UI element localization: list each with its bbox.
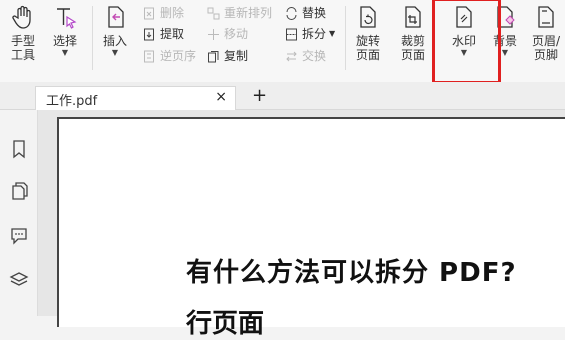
hand-tool-button[interactable]: 手型 工具: [6, 4, 40, 62]
watermark-highlight-box: [432, 0, 501, 84]
split-icon: [286, 28, 297, 40]
copy-label: 复制: [224, 49, 249, 63]
replace-button[interactable]: 替换: [285, 5, 326, 21]
divider: [345, 6, 346, 70]
comment-icon[interactable]: [9, 225, 29, 245]
reorder-label: 重新排列: [224, 6, 273, 20]
move-icon: [208, 28, 219, 40]
bookmark-icon[interactable]: [9, 139, 29, 159]
chevron-down-icon: ▼: [329, 29, 336, 38]
tab-document[interactable]: 工作.pdf ×: [35, 86, 236, 110]
split-label: 拆分: [302, 27, 327, 41]
extract-label: 提取: [160, 27, 185, 41]
crop-page-icon: [405, 6, 421, 28]
replace-label: 替换: [302, 6, 327, 20]
rotate-page-label: 旋转 页面: [355, 34, 380, 62]
delete-button[interactable]: 删除: [143, 5, 184, 21]
reorder-icon: [207, 7, 220, 19]
left-sidebar: [0, 110, 38, 316]
copy-button[interactable]: 复制: [207, 48, 248, 64]
crop-page-label: 裁剪 页面: [400, 34, 425, 62]
rotate-page-button[interactable]: 旋转 页面: [351, 4, 385, 62]
swap-button[interactable]: 交换: [285, 48, 326, 64]
ribbon-toolbar: 手型 工具 选择 ▼ 插入 ▼ 删除 提取 逆页序 重新排列 移动 复制 替换 …: [0, 0, 565, 84]
swap-icon: [286, 51, 297, 61]
move-button[interactable]: 移动: [207, 26, 248, 42]
reverse-order-icon: [144, 50, 154, 62]
header-footer-button[interactable]: 页眉/ 页脚: [527, 4, 565, 62]
move-label: 移动: [224, 27, 249, 41]
chevron-down-icon: ▼: [111, 48, 119, 57]
new-tab-button[interactable]: +: [252, 86, 267, 106]
tab-label: 工作.pdf: [46, 94, 98, 109]
hand-icon: [12, 5, 31, 29]
header-footer-label: 页眉/ 页脚: [531, 34, 561, 62]
reorder-button[interactable]: 重新排列: [207, 5, 272, 21]
text-cursor-icon: [57, 8, 77, 29]
select-label: 选择: [52, 34, 77, 48]
insert-label: 插入: [102, 34, 127, 48]
divider: [92, 6, 93, 70]
close-icon[interactable]: ×: [215, 89, 227, 105]
chevron-down-icon: ▼: [61, 48, 69, 57]
document-heading: 有什么方法可以拆分 PDF?: [186, 258, 517, 288]
select-button[interactable]: 选择 ▼: [50, 4, 80, 57]
rotate-page-icon: [360, 6, 376, 28]
layers-icon[interactable]: [9, 270, 29, 290]
delete-label: 删除: [160, 6, 185, 20]
pages-icon[interactable]: [9, 181, 29, 201]
split-button[interactable]: 拆分 ▼: [285, 26, 335, 42]
insert-button[interactable]: 插入 ▼: [100, 4, 130, 57]
reverse-order-label: 逆页序: [160, 49, 197, 63]
document-heading-line2: 行页面: [186, 309, 265, 339]
delete-page-icon: [144, 7, 154, 19]
pdf-page: [57, 117, 565, 327]
extract-page-icon: [144, 28, 154, 40]
swap-label: 交换: [302, 49, 327, 63]
header-footer-icon: [538, 6, 554, 28]
copy-icon: [208, 50, 219, 62]
reverse-order-button[interactable]: 逆页序: [143, 48, 196, 64]
crop-page-button[interactable]: 裁剪 页面: [394, 4, 432, 62]
insert-page-icon: [108, 6, 124, 28]
hand-tool-label: 手型 工具: [10, 34, 35, 62]
extract-button[interactable]: 提取: [143, 26, 184, 42]
replace-icon: [286, 6, 297, 20]
